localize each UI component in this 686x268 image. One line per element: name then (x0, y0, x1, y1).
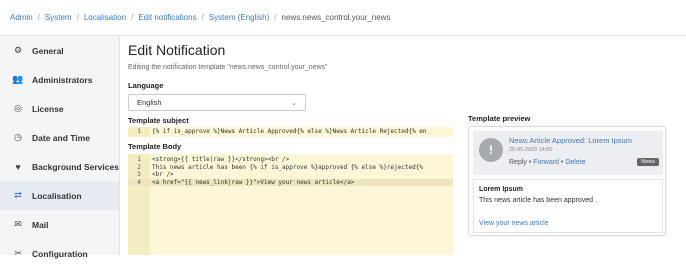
template-body-editor[interactable]: 1 <strong>{{ title|raw }}</strong><br />… (128, 154, 453, 255)
line-number: 1 (137, 128, 141, 135)
badge-icon: ◎ (14, 103, 22, 113)
notification-title-link[interactable]: News Article Approved: Lorem Ipsum (509, 136, 632, 145)
sidebar-item-label: Background Services (32, 161, 119, 172)
mail-settings-icon: ✉ (14, 219, 22, 229)
language-label: Language (128, 81, 164, 90)
language-select[interactable]: English ⌄ (128, 94, 306, 111)
notification-body: Lorem Ipsum This news article has been a… (473, 179, 663, 233)
sidebar-item-label: Administrators (32, 74, 93, 85)
sidebar-item-label: Localisation (32, 190, 82, 201)
breadcrumb-localisation[interactable]: Localisation (84, 13, 126, 22)
breadcrumb-admin[interactable]: Admin (10, 13, 33, 22)
notification-preview-card: ! News Article Approved: Lorem Ipsum 25-… (468, 126, 666, 236)
sidebar-item-background-services[interactable]: ♥ Background Services (0, 152, 119, 181)
forward-link[interactable]: Forward (533, 159, 559, 166)
code-text: <strong>{{ title|raw }}</strong><br /> (152, 156, 290, 163)
sidebar-item-date-and-time[interactable]: ◷ Date and Time (0, 123, 119, 152)
users-icon: 👥 (12, 74, 24, 84)
line-number: 1 (137, 156, 141, 163)
code-text: {% if is_approve %}News Article Approved… (152, 128, 427, 135)
sidebar-item-localisation[interactable]: ⇄ Localisation (0, 181, 119, 210)
sidebar-item-configuration[interactable]: ✂ Configuration (0, 239, 119, 268)
sidebar-item-label: Mail (32, 219, 49, 230)
breadcrumb: Admin / System / Localisation / Edit not… (0, 0, 686, 36)
code-line: 1 {% if is_approve %}News Article Approv… (128, 127, 453, 137)
view-article-link[interactable]: View your news article (479, 220, 549, 227)
sidebar-item-administrators[interactable]: 👥 Administrators (0, 65, 119, 94)
breadcrumb-separator: / (201, 13, 204, 22)
breadcrumb-separator: / (274, 13, 277, 22)
breadcrumb-separator: / (76, 13, 79, 22)
notification-date: 25-05-2020 14:00 (509, 147, 553, 153)
notification-body-title: Lorem Ipsum (479, 186, 523, 193)
code-text: <a href="{{ news_link|raw }}">View your … (152, 178, 355, 186)
template-preview-label: Template preview (468, 114, 531, 123)
template-subject-editor[interactable]: 1 {% if is_approve %}News Article Approv… (128, 127, 453, 137)
line-number: 2 (137, 163, 141, 171)
page-title: Edit Notification (128, 42, 226, 58)
sidebar-item-label: License (32, 103, 64, 114)
sidebar-item-label: Configuration (32, 248, 88, 259)
tools-icon: ✂ (14, 248, 22, 258)
notification-header: ! News Article Approved: Lorem Ipsum 25-… (473, 131, 663, 175)
template-body-label: Template Body (128, 142, 182, 151)
language-select-value: English (137, 98, 162, 107)
chevron-down-icon: ⌄ (291, 99, 297, 107)
sidebar-item-general[interactable]: ⚙ General (0, 36, 119, 65)
code-line-active: 4 <a href="{{ news_link|raw }}">View you… (128, 178, 453, 186)
reply-button[interactable]: Reply (509, 159, 527, 166)
code-text: <br /> (152, 171, 174, 178)
sidebar: ⚙ General 👥 Administrators ◎ License ◷ D… (0, 36, 120, 259)
code-text: This news article has been {% if is_appr… (152, 163, 423, 171)
clock-icon: ◷ (14, 132, 22, 142)
category-badge: News (637, 158, 659, 166)
breadcrumb-system[interactable]: System (45, 13, 72, 22)
page-subtitle: Editing the notification template "news.… (128, 64, 328, 71)
line-number: 4 (137, 178, 141, 186)
breadcrumb-current: news.news_control.your_news (281, 13, 391, 22)
code-line: 2 This news article has been {% if is_ap… (128, 164, 453, 172)
breadcrumb-system-english[interactable]: System (English) (209, 13, 269, 22)
sidebar-item-license[interactable]: ◎ License (0, 94, 119, 123)
notification-actions: Reply • Forward • Delete (509, 159, 586, 166)
delete-link[interactable]: Delete (565, 159, 585, 166)
main-content: Edit Notification Editing the notificati… (128, 36, 686, 255)
breadcrumb-edit-notifications[interactable]: Edit notifications (138, 13, 196, 22)
gear-icon: ⚙ (13, 45, 23, 55)
translate-icon: ⇄ (14, 190, 22, 200)
sidebar-item-label: General (32, 45, 64, 56)
code-line: 1 <strong>{{ title|raw }}</strong><br /> (128, 156, 453, 164)
breadcrumb-separator: / (131, 13, 134, 22)
template-subject-label: Template subject (128, 116, 189, 125)
sidebar-item-label: Date and Time (32, 132, 90, 143)
heartbeat-icon: ♥ (15, 161, 21, 172)
alert-icon: ! (479, 138, 503, 162)
line-number: 3 (137, 171, 141, 178)
notification-body-text: This news article has been approved . (479, 197, 597, 204)
code-line: 3 <br /> (128, 171, 453, 179)
sidebar-item-mail[interactable]: ✉ Mail (0, 210, 119, 239)
breadcrumb-separator: / (37, 13, 40, 22)
